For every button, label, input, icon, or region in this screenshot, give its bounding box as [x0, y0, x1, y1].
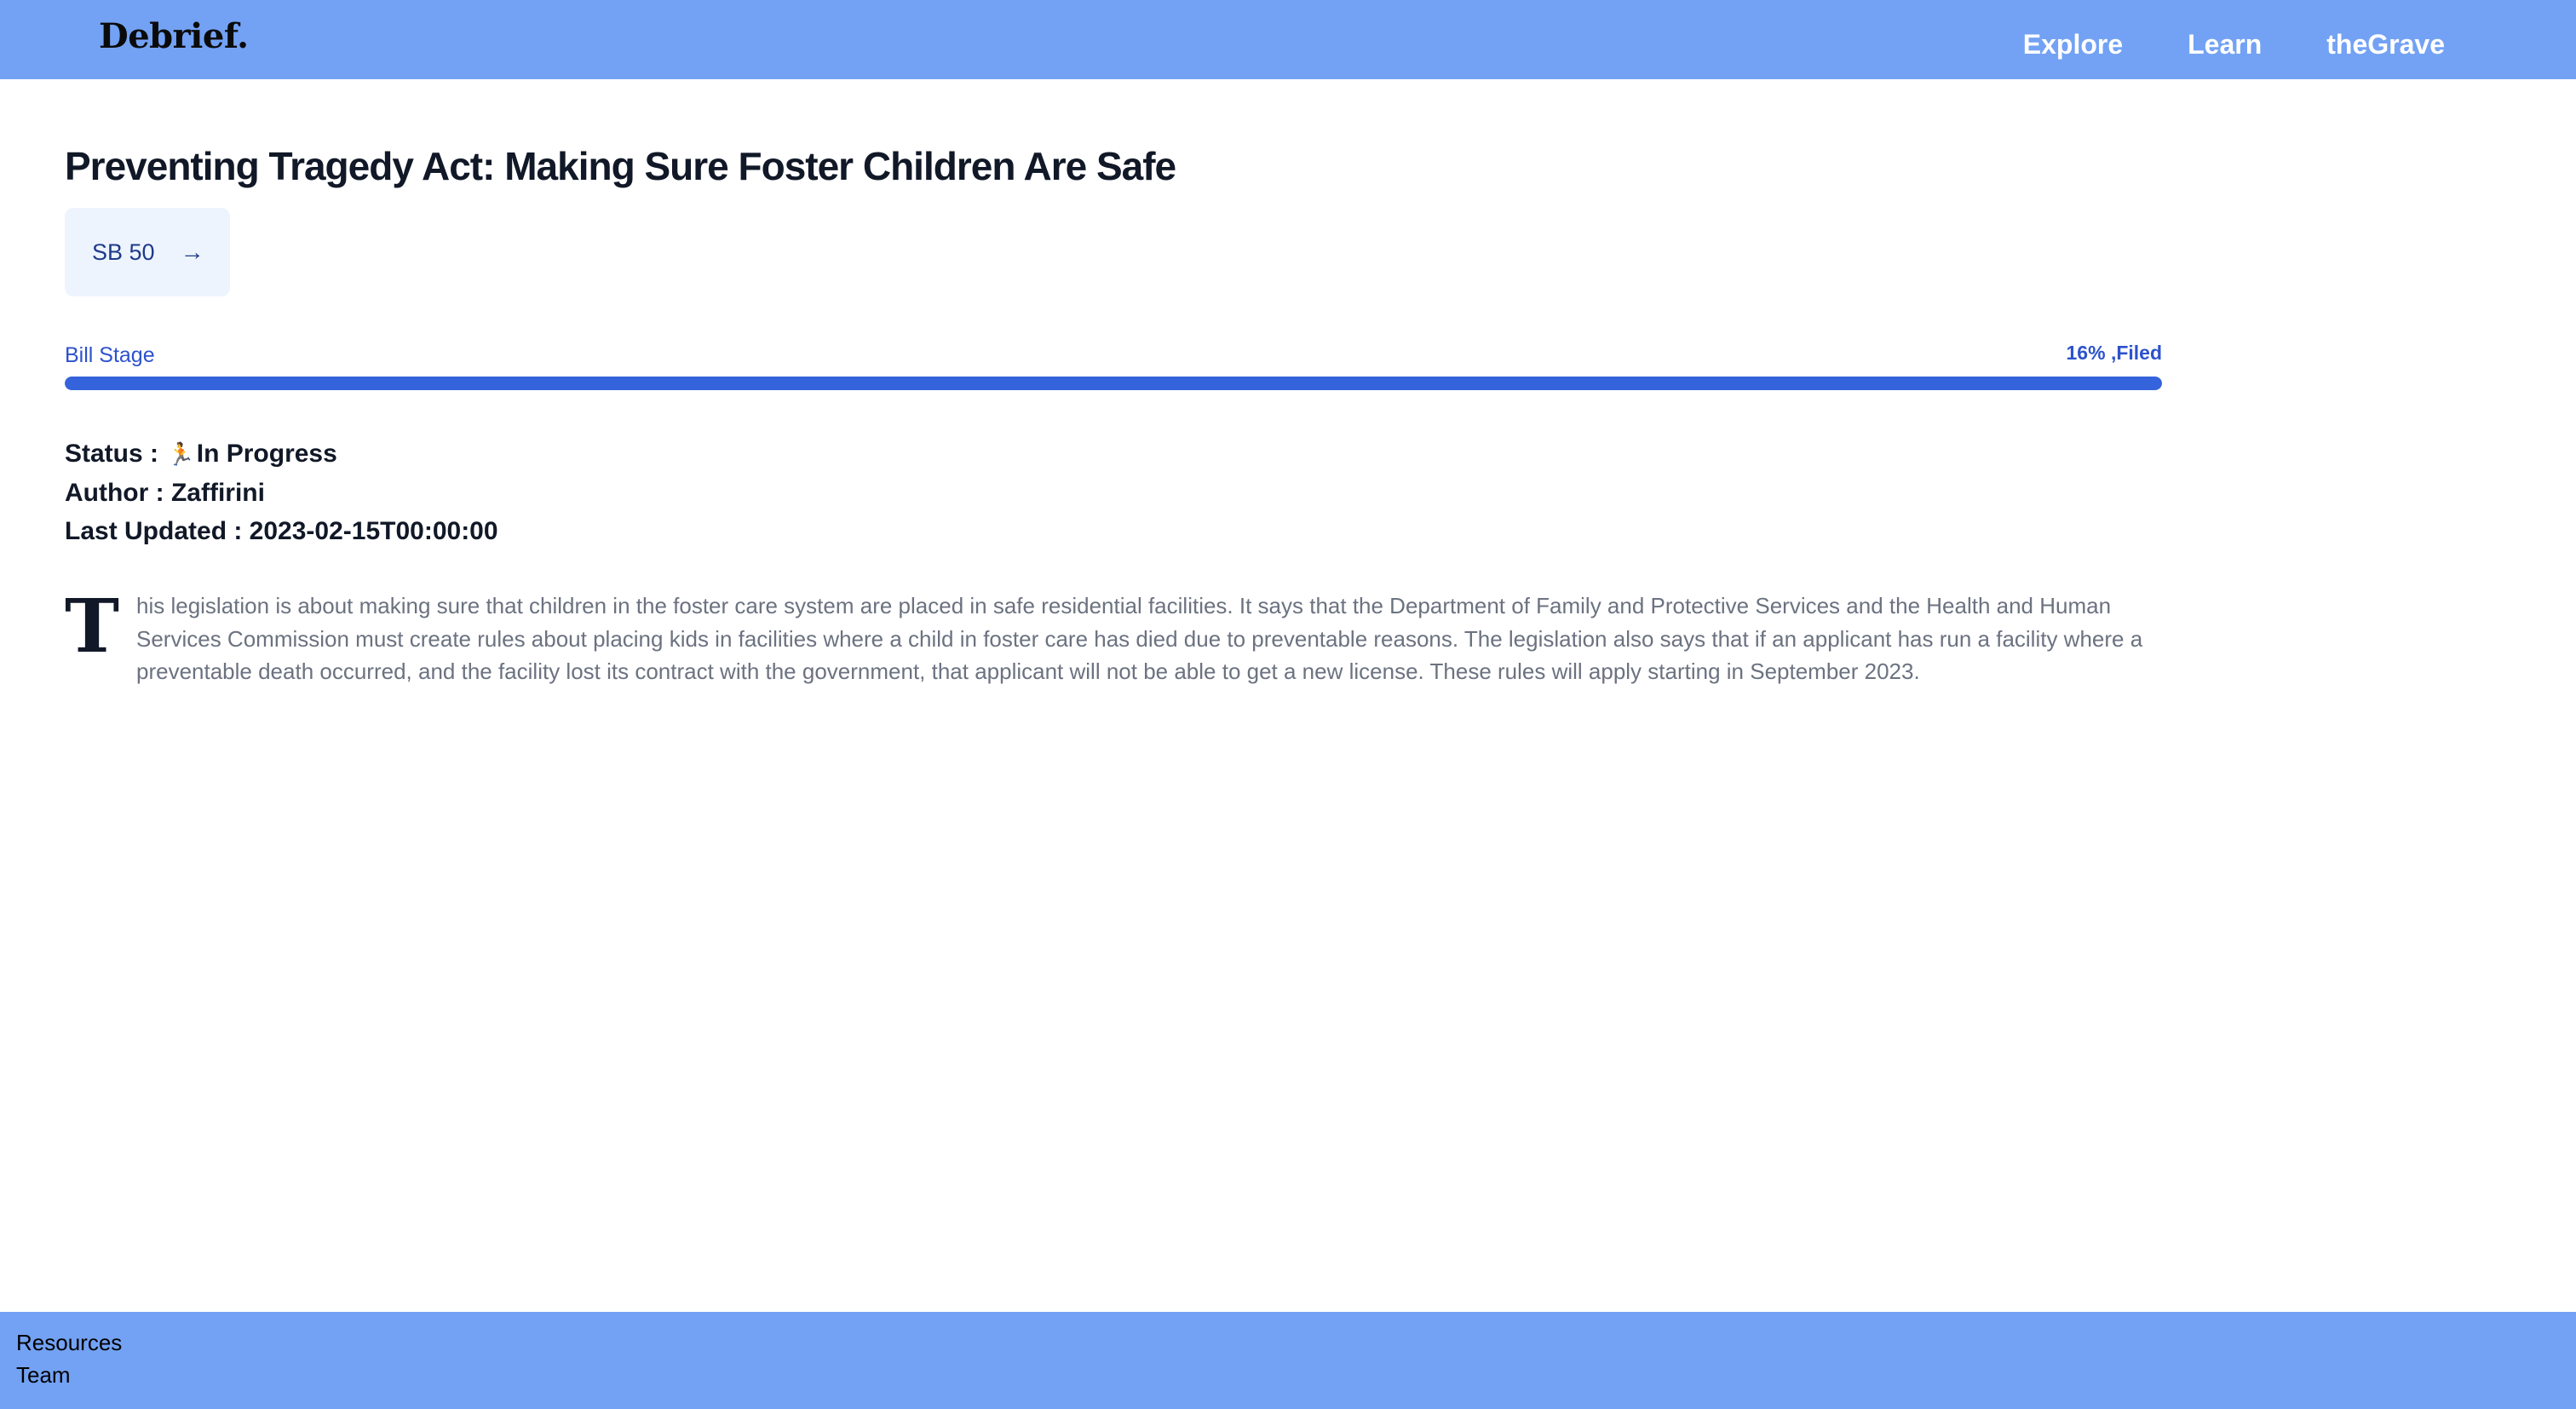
bill-stage-label: Bill Stage	[65, 343, 155, 367]
footer: Resources Team	[0, 1312, 2576, 1409]
footer-link-resources[interactable]: Resources	[16, 1327, 122, 1358]
runner-icon: 🏃	[167, 441, 195, 467]
bill-meta: Status : 🏃In Progress Author : Zaffirini…	[65, 434, 498, 550]
description-dropcap: T	[65, 584, 119, 670]
nav-link-learn[interactable]: Learn	[2188, 26, 2262, 63]
bill-stage-progress-bar	[65, 377, 2162, 390]
bill-stage-progress-fill	[65, 377, 2162, 390]
last-updated-row: Last Updated : 2023-02-15T00:00:00	[65, 517, 498, 545]
page: Debrief. Explore Learn theGrave Preventi…	[0, 0, 2576, 1409]
nav-link-thegrave[interactable]: theGrave	[2326, 26, 2445, 63]
author-row: Author : Zaffirini	[65, 479, 265, 507]
top-nav-bar: Debrief. Explore Learn theGrave	[0, 0, 2576, 79]
description-text: his legislation is about making sure tha…	[136, 593, 2143, 684]
bill-number-button[interactable]: SB 50 →	[65, 208, 230, 296]
status-value: In Progress	[196, 440, 337, 468]
site-logo[interactable]: Debrief.	[99, 15, 249, 58]
bill-stage-percent: 16% ,Filed	[2066, 342, 2162, 364]
bill-title: Preventing Tragedy Act: Making Sure Fost…	[65, 144, 1176, 188]
footer-link-team[interactable]: Team	[16, 1360, 71, 1390]
bill-description: T his legislation is about making sure t…	[65, 589, 2162, 688]
arrow-right-icon: →	[180, 239, 204, 265]
status-row: Status : 🏃In Progress	[65, 434, 498, 474]
main-nav: Explore Learn theGrave	[2023, 26, 2445, 63]
bill-number-label: SB 50	[92, 239, 155, 265]
nav-link-explore[interactable]: Explore	[2023, 26, 2123, 63]
status-label: Status :	[65, 440, 166, 468]
